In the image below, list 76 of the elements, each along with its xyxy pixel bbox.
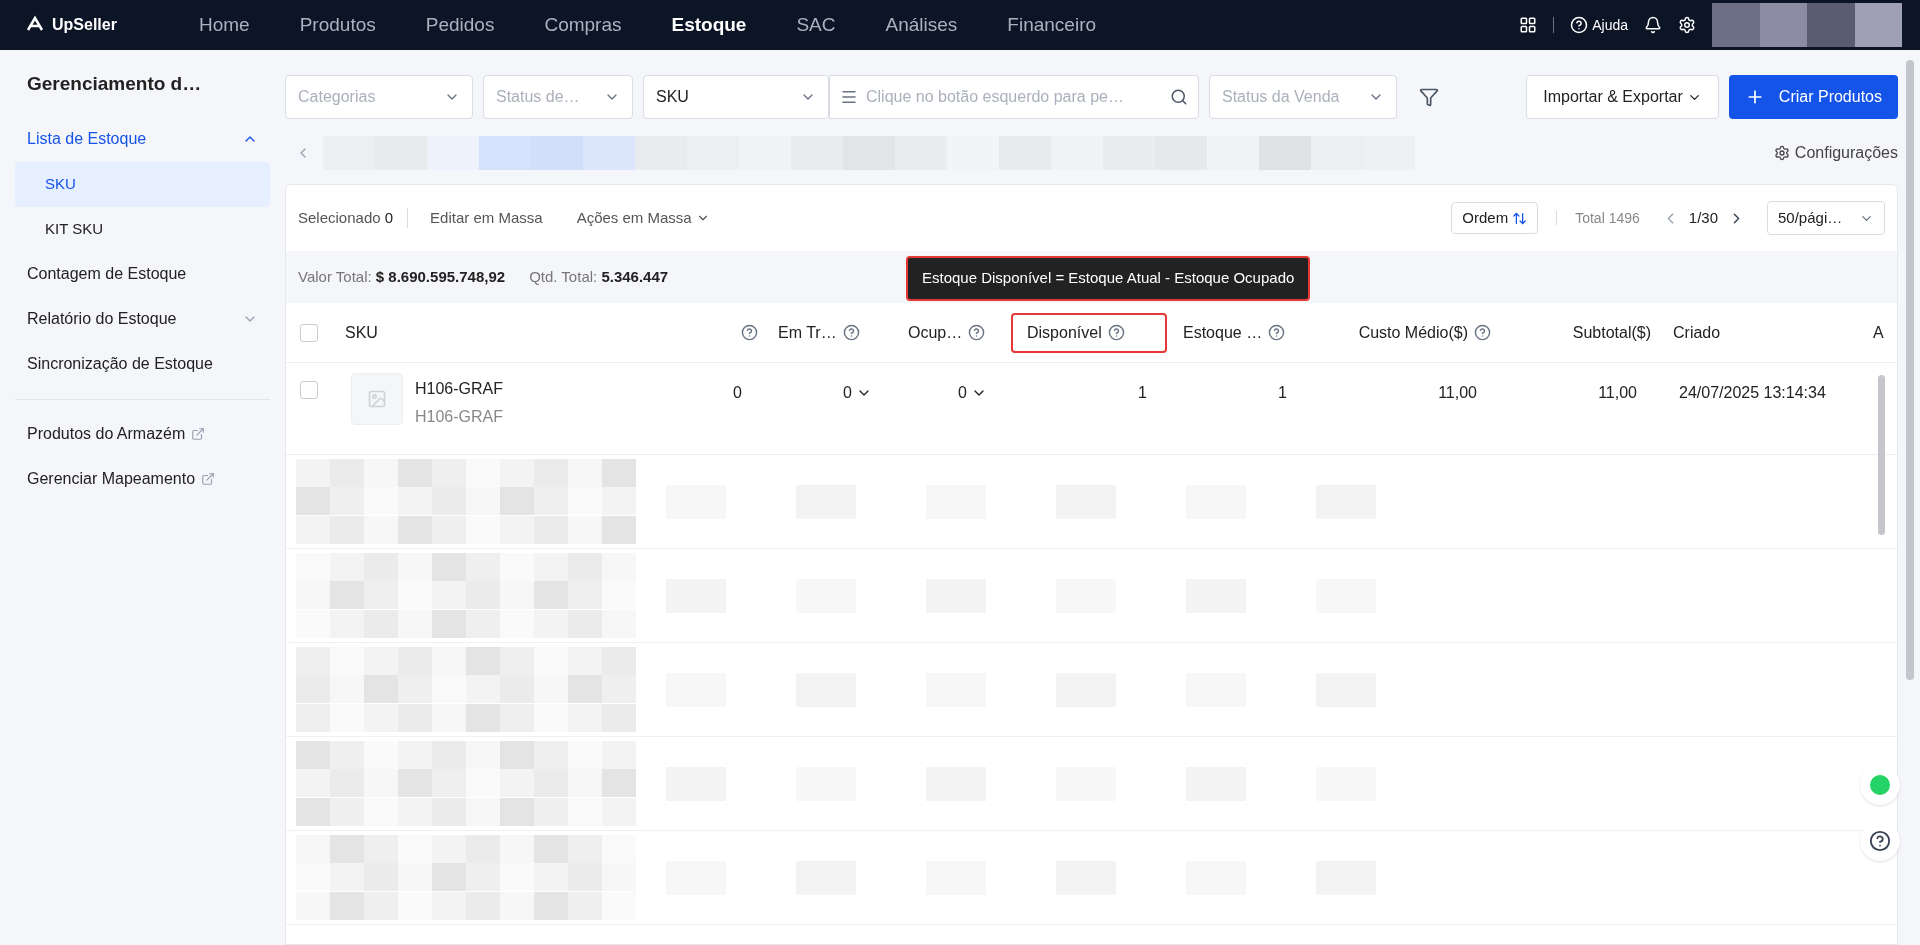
settings-icon[interactable] [1678, 16, 1696, 34]
help-icon[interactable] [842, 324, 860, 341]
select-field[interactable]: SKU [643, 75, 829, 119]
column-header: Custo Médio($) [1309, 312, 1499, 353]
table-cell-text: 1 [1138, 383, 1147, 403]
table-cell-text: 0 [958, 383, 967, 403]
help-icon[interactable] [1268, 324, 1286, 341]
table-cell-text: 11,00 [1598, 383, 1637, 403]
logo-text[interactable]: UpSeller [52, 13, 117, 37]
table-cell-text: 24/07/2025 13:14:34 [1679, 383, 1826, 403]
external-link-icon [191, 427, 206, 441]
highlighted-column-header: Disponível [1011, 312, 1167, 353]
sku-subtitle: H106-GRAF [415, 407, 504, 427]
search-icon[interactable] [1170, 88, 1188, 106]
nav-tab[interactable]: Compras [519, 10, 647, 40]
table-cell-text: 0 [733, 383, 742, 403]
column-header: A [1872, 322, 1885, 343]
total-count: Total 1496 [1575, 208, 1640, 228]
selected-count: Selecionado 0 [298, 207, 394, 228]
sku-code: H106-GRAF [415, 379, 504, 399]
help-icon[interactable] [1107, 324, 1125, 341]
table-scrollbar[interactable] [1878, 375, 1885, 535]
column-header: Subtotal($) [1571, 322, 1652, 343]
sort-icon [1512, 210, 1528, 226]
sidebar-item[interactable]: Lista de Estoque [15, 116, 270, 162]
column-header: Em Tr… [764, 312, 894, 353]
nav-tab[interactable]: Home [174, 10, 275, 40]
page-scrollbar[interactable] [1906, 60, 1914, 680]
summary-item: Valor Total: $ 8.690.595.748,92 [298, 266, 506, 287]
create-products-button[interactable]: Criar Produtos [1728, 75, 1898, 119]
help-icon [1869, 830, 1891, 852]
table-cell-text: 0 [843, 383, 852, 403]
column-header: Ocup… [894, 312, 1009, 353]
sidebar-item[interactable]: Contagem de Estoque [15, 251, 270, 297]
nav-tab[interactable]: Estoque [646, 10, 772, 40]
nav-tab[interactable]: SAC [771, 10, 861, 40]
column-header: Estoque … [1169, 312, 1309, 353]
help-icon[interactable] [1474, 324, 1491, 341]
list-icon [840, 88, 858, 106]
nav-tab[interactable]: Análises [860, 10, 983, 40]
bulk-actions-button[interactable]: Ações em Massa [576, 206, 710, 230]
sidebar-item[interactable]: Relatório do Estoque [15, 296, 270, 342]
settings-link[interactable]: Configurações [1773, 141, 1898, 165]
help-link[interactable]: Ajuda [1570, 14, 1628, 36]
sidebar-title: Gerenciamento d… [27, 72, 203, 96]
help-icon[interactable] [741, 324, 758, 341]
nav-tab[interactable]: Produtos [274, 10, 401, 40]
sidebar-item[interactable]: Sincronização de Estoque [15, 341, 270, 387]
header-checkbox[interactable] [300, 323, 318, 342]
sidebar-link[interactable]: Gerenciar Mapeamento [27, 467, 196, 491]
filter-icon[interactable] [1419, 87, 1439, 107]
tooltip: Estoque Disponível = Estoque Atual - Estoque Ocupado [906, 256, 1311, 301]
sidebar-subitem[interactable]: SKU [15, 161, 270, 207]
sidebar-link[interactable]: Produtos do Armazém [27, 422, 186, 446]
image-icon [367, 389, 387, 409]
gear-icon [1773, 145, 1790, 161]
import-export-button[interactable]: Importar & Exportar [1526, 75, 1719, 119]
column-header: Criado [1672, 322, 1722, 343]
column-header: SKU [344, 322, 379, 343]
page-size-select[interactable]: 50/pági… [1767, 201, 1885, 235]
help-icon [1570, 16, 1589, 34]
table-cell-text: 1 [1278, 383, 1287, 403]
bulk-edit-button[interactable]: Editar em Massa [422, 206, 551, 230]
chat-icon [1870, 775, 1890, 795]
nav-tab[interactable]: Financeiro [982, 10, 1122, 40]
order-button[interactable]: Ordem [1451, 202, 1539, 234]
nav-tab[interactable]: Pedidos [400, 10, 520, 40]
summary-item: Qtd. Total: 5.346.447 [529, 266, 669, 287]
external-link-icon [201, 472, 216, 486]
row-checkbox[interactable] [300, 381, 318, 399]
bell-icon[interactable] [1644, 16, 1662, 34]
table-cell-text: 11,00 [1438, 383, 1477, 403]
sidebar-subitem[interactable]: KIT SKU [15, 206, 270, 252]
help-icon[interactable] [968, 324, 986, 341]
page-indicator: 1/30 [1688, 207, 1718, 228]
apps-icon[interactable] [1519, 16, 1538, 34]
